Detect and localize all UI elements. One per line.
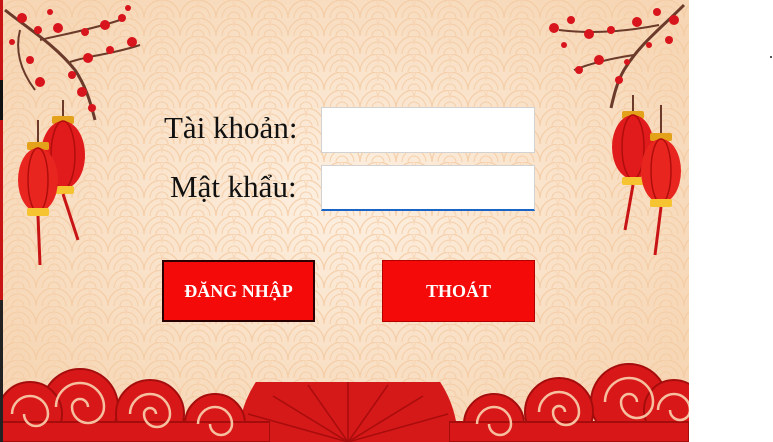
password-label: Mật khẩu: — [170, 169, 297, 204]
auspicious-cloud-icon — [449, 363, 689, 442]
stray-pixel — [770, 56, 772, 58]
password-input[interactable] — [321, 165, 535, 211]
red-lantern-icon — [612, 95, 681, 255]
username-label: Tài khoản: — [164, 110, 298, 145]
exit-button[interactable]: THOÁT — [382, 260, 535, 322]
username-input[interactable] — [321, 107, 535, 153]
auspicious-cloud-icon — [0, 368, 270, 442]
plum-blossom-branch-icon — [549, 3, 686, 109]
window-edge — [0, 0, 3, 442]
red-lantern-icon — [18, 100, 85, 266]
login-window: Tài khoản: Mật khẩu: ĐĂNG NHẬP THOÁT — [0, 0, 689, 442]
login-button[interactable]: ĐĂNG NHẬP — [162, 260, 315, 322]
